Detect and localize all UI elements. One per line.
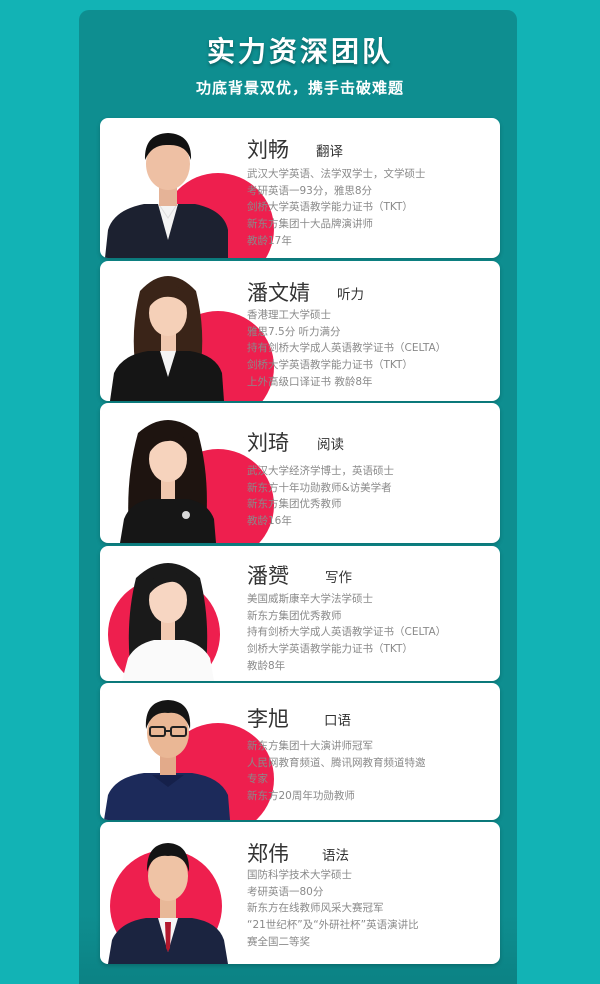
teacher-name: 刘琦 bbox=[247, 431, 289, 455]
teacher-photo-3 bbox=[100, 403, 240, 543]
credential-line: 新东方集团优秀教师 bbox=[247, 609, 342, 622]
credential-line: 香港理工大学硕士 bbox=[247, 309, 331, 321]
teacher-subject: 听力 bbox=[337, 287, 364, 303]
teacher-name: 郑伟 bbox=[247, 842, 289, 866]
credential-line: 持有剑桥大学成人英语教学证书（CELTA） bbox=[247, 342, 447, 355]
teacher-credentials: 香港理工大学硕士 雅思7.5分 听力满分 持有剑桥大学成人英语教学证书（CELT… bbox=[247, 307, 446, 391]
credential-line: 考研英语一93分，雅思8分 bbox=[247, 184, 373, 197]
credential-line: 剑桥大学英语教学能力证书（TKT） bbox=[247, 643, 413, 656]
teacher-photo-2 bbox=[100, 261, 240, 401]
teacher-credentials: 国防科学技术大学硕士 考研英语一80分 新东方在线教师风采大赛冠军 “21世纪杯… bbox=[247, 867, 419, 951]
credential-line: 美国威斯康辛大学法学硕士 bbox=[247, 593, 373, 605]
teacher-credentials: 新东方集团十大演讲师冠军 人民网教育频道、腾讯网教育频道特邀 专家 新东方20周… bbox=[247, 738, 426, 805]
teacher-subject: 口语 bbox=[324, 713, 351, 729]
teacher-subject: 写作 bbox=[325, 570, 352, 586]
teacher-name: 刘畅 bbox=[247, 138, 289, 162]
teacher-card-3: 刘琦 阅读 武汉大学经济学博士，英语硕士 新东方十年功勋教师&访美学者 新东方集… bbox=[100, 403, 500, 543]
credential-line: 专家 bbox=[247, 773, 268, 786]
teacher-subject: 阅读 bbox=[317, 437, 344, 453]
credential-line: 考研英语一80分 bbox=[247, 885, 324, 898]
teacher-subject: 语法 bbox=[322, 848, 349, 864]
credential-line: “21世纪杯”及“外研社杯”英语演讲比 bbox=[247, 919, 419, 932]
page-title: 实力资深团队 bbox=[206, 35, 393, 68]
teacher-card-2: 潘文婧 听力 香港理工大学硕士 雅思7.5分 听力满分 持有剑桥大学成人英语教学… bbox=[100, 261, 500, 401]
credential-line: 武汉大学经济学博士，英语硕士 bbox=[247, 465, 394, 477]
credential-line: 剑桥大学英语教学能力证书（TKT） bbox=[247, 359, 413, 372]
teacher-photo-1 bbox=[100, 118, 240, 258]
teacher-credentials: 美国威斯康辛大学法学硕士 新东方集团优秀教师 持有剑桥大学成人英语教学证书（CE… bbox=[247, 591, 446, 675]
teacher-photo-5 bbox=[100, 683, 240, 820]
teacher-photo-6 bbox=[100, 822, 240, 964]
credential-line: 新东方集团优秀教师 bbox=[247, 498, 342, 511]
teacher-name: 潘赟 bbox=[247, 564, 289, 588]
credential-line: 新东方集团十大品牌演讲师 bbox=[247, 218, 373, 231]
credential-line: 人民网教育频道、腾讯网教育频道特邀 bbox=[247, 756, 426, 769]
credential-line: 教龄8年 bbox=[247, 659, 286, 672]
teacher-credentials: 武汉大学英语、法学双学士，文学硕士 考研英语一93分，雅思8分 剑桥大学英语教学… bbox=[247, 166, 426, 250]
credential-line: 新东方集团十大演讲师冠军 bbox=[247, 740, 373, 752]
credential-line: 剑桥大学英语教学能力证书（TKT） bbox=[247, 201, 413, 214]
credential-line: 教龄17年 bbox=[247, 234, 292, 247]
credential-line: 教龄16年 bbox=[247, 515, 292, 528]
teacher-name: 李旭 bbox=[247, 707, 289, 731]
teacher-name: 潘文婧 bbox=[247, 281, 310, 305]
credential-line: 雅思7.5分 听力满分 bbox=[247, 325, 341, 338]
credential-line: 赛全国二等奖 bbox=[247, 935, 310, 948]
credential-line: 新东方十年功勋教师&访美学者 bbox=[247, 481, 392, 494]
credential-line: 武汉大学英语、法学双学士，文学硕士 bbox=[247, 168, 426, 180]
teacher-card-6: 郑伟 语法 国防科学技术大学硕士 考研英语一80分 新东方在线教师风采大赛冠军 … bbox=[100, 822, 500, 964]
teacher-credentials: 武汉大学经济学博士，英语硕士 新东方十年功勋教师&访美学者 新东方集团优秀教师 … bbox=[247, 463, 394, 530]
teacher-photo-4 bbox=[100, 546, 240, 681]
teacher-card-5: 李旭 口语 新东方集团十大演讲师冠军 人民网教育频道、腾讯网教育频道特邀 专家 … bbox=[100, 683, 500, 820]
credential-line: 持有剑桥大学成人英语教学证书（CELTA） bbox=[247, 626, 447, 639]
credential-line: 国防科学技术大学硕士 bbox=[247, 869, 352, 881]
page-subtitle: 功底背景双优，携手击破难题 bbox=[195, 79, 404, 97]
credential-line: 新东方在线教师风采大赛冠军 bbox=[247, 902, 384, 915]
teacher-subject: 翻译 bbox=[316, 144, 343, 160]
teacher-card-1: 刘畅 翻译 武汉大学英语、法学双学士，文学硕士 考研英语一93分，雅思8分 剑桥… bbox=[100, 118, 500, 258]
credential-line: 上外高级口译证书 教龄8年 bbox=[247, 375, 373, 388]
credential-line: 新东方20周年功勋教师 bbox=[247, 790, 355, 803]
teacher-card-4: 潘赟 写作 美国威斯康辛大学法学硕士 新东方集团优秀教师 持有剑桥大学成人英语教… bbox=[100, 546, 500, 681]
